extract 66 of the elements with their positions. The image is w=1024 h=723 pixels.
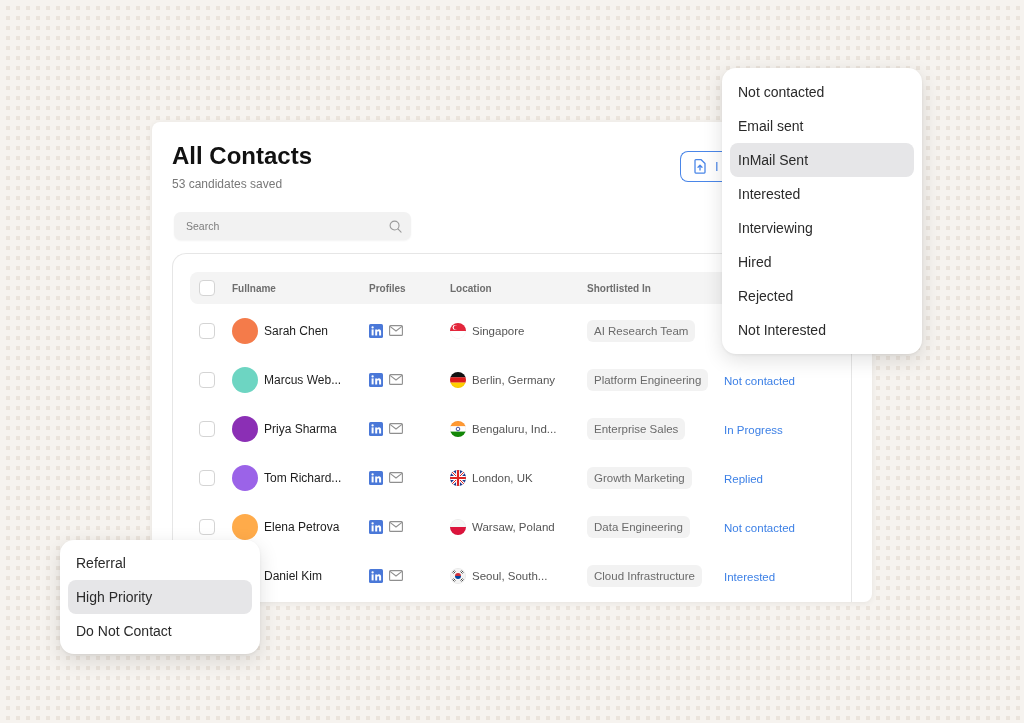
south-korea-flag-icon xyxy=(450,567,466,584)
status-link[interactable]: Interested xyxy=(724,570,776,583)
india-flag-icon xyxy=(450,420,466,437)
mail-icon xyxy=(389,570,403,581)
mail-icon xyxy=(389,472,403,483)
search-field[interactable]: Search xyxy=(174,212,411,240)
linkedin-icon xyxy=(369,372,383,387)
status-link[interactable]: Not contacted xyxy=(724,374,795,387)
column-header: Location xyxy=(450,282,492,294)
contact-name: Sarah Chen xyxy=(264,323,329,338)
menu-item[interactable]: Do Not Contact xyxy=(68,614,252,648)
shortlist-tag: Enterprise Sales xyxy=(587,417,686,440)
shortlist-tag: AI Research Team xyxy=(587,319,696,342)
checkbox[interactable] xyxy=(199,280,215,296)
shortlist-tag: Data Engineering xyxy=(587,515,690,538)
status-link[interactable]: Replied xyxy=(724,472,763,485)
contact-name: Tom Richard... xyxy=(264,470,342,485)
linkedin-icon xyxy=(369,421,383,436)
menu-item[interactable]: Interviewing xyxy=(730,211,914,245)
linkedin-icon xyxy=(369,470,383,485)
uk-flag-icon xyxy=(450,469,466,486)
menu-item[interactable]: Hired xyxy=(730,245,914,279)
menu-item[interactable]: Email sent xyxy=(730,109,914,143)
column-header: Shortlisted In xyxy=(587,282,651,294)
checkbox[interactable] xyxy=(199,420,215,437)
location-text: Berlin, Germany xyxy=(472,373,556,386)
status-link[interactable]: In Progress xyxy=(724,423,783,436)
contact-name: Daniel Kim xyxy=(264,568,323,583)
shortlist-tag: Platform Engineering xyxy=(587,368,709,391)
location-text: Singapore xyxy=(472,324,525,337)
checkbox[interactable] xyxy=(199,469,215,486)
poland-flag-icon xyxy=(450,518,466,535)
checkbox[interactable] xyxy=(199,518,215,535)
file-upload-icon xyxy=(694,159,706,174)
germany-flag-icon xyxy=(450,371,466,388)
status-link[interactable]: Not contacted xyxy=(724,521,795,534)
search-icon xyxy=(389,219,402,233)
contact-name: Elena Petrova xyxy=(264,519,340,534)
contact-name: Marcus Web... xyxy=(264,372,342,387)
location-text: Bengaluru, Ind... xyxy=(472,422,557,435)
contact-name: Priya Sharma xyxy=(264,421,337,436)
linkedin-icon xyxy=(369,519,383,534)
menu-item[interactable]: Not contacted xyxy=(730,75,914,109)
menu-item[interactable]: Referral xyxy=(68,546,252,580)
column-header: Profiles xyxy=(369,282,406,294)
shortlist-tag: Cloud Infrastructure xyxy=(587,564,702,587)
location-text: Warsaw, Poland xyxy=(472,520,555,533)
singapore-flag-icon xyxy=(450,322,466,339)
menu-item[interactable]: InMail Sent xyxy=(730,143,914,177)
mail-icon xyxy=(389,423,403,434)
mail-icon xyxy=(389,521,403,532)
linkedin-icon xyxy=(369,568,383,583)
column-header: Fullname xyxy=(232,282,276,294)
menu-item[interactable]: Rejected xyxy=(730,279,914,313)
menu-item[interactable]: High Priority xyxy=(68,580,252,614)
checkbox[interactable] xyxy=(199,371,215,388)
mail-icon xyxy=(389,325,403,336)
shortlist-tag: Growth Marketing xyxy=(587,466,692,489)
mail-icon xyxy=(389,374,403,385)
page-title: All Contacts xyxy=(172,142,312,170)
location-text: London, UK xyxy=(472,471,533,484)
checkbox[interactable] xyxy=(199,322,215,339)
menu-item[interactable]: Not Interested xyxy=(730,313,914,347)
location-text: Seoul, South... xyxy=(472,569,548,582)
candidate-count: 53 candidates saved xyxy=(172,176,283,192)
linkedin-icon xyxy=(369,323,383,338)
